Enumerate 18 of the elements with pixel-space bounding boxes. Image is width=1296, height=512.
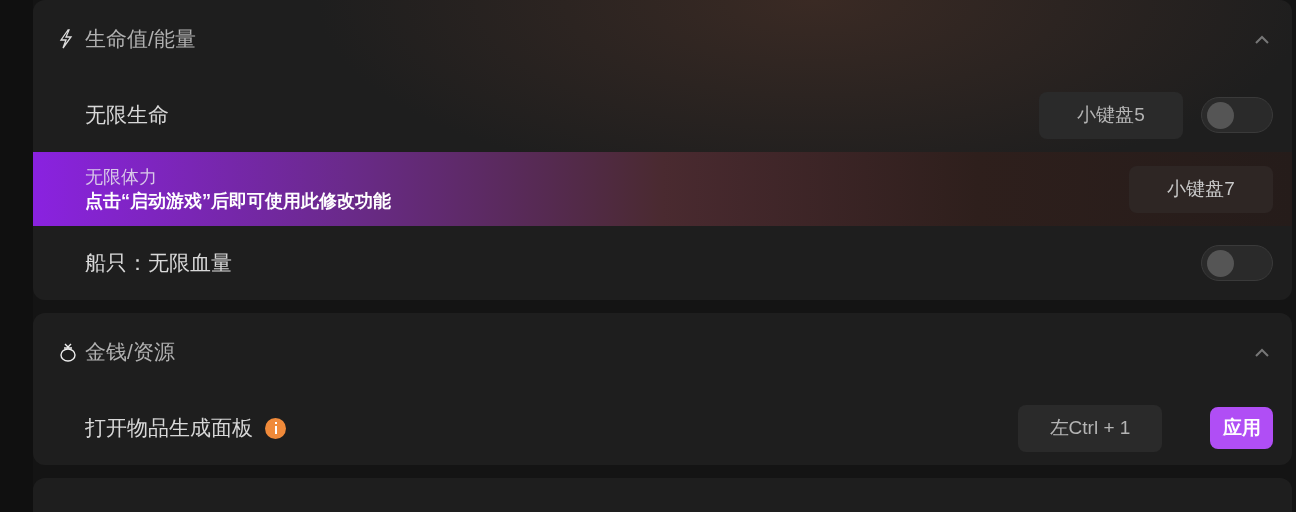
section-title: 金钱/资源 bbox=[85, 339, 175, 366]
section-title: 生命值/能量 bbox=[85, 26, 196, 53]
row-label: 无限生命 bbox=[85, 102, 169, 129]
apply-button[interactable]: 应用 bbox=[1210, 407, 1273, 449]
chevron-up-icon[interactable] bbox=[1254, 34, 1270, 44]
row-label: 船只：无限血量 bbox=[85, 250, 232, 277]
info-icon[interactable] bbox=[265, 417, 286, 439]
money-bag-icon bbox=[59, 342, 77, 362]
lightning-icon bbox=[59, 29, 73, 49]
hotkey-button[interactable]: 小键盘5 bbox=[1039, 91, 1183, 139]
row-label: 打开物品生成面板 bbox=[85, 415, 253, 442]
hotkey-button[interactable]: 小键盘7 bbox=[1129, 165, 1273, 213]
toggle-switch[interactable] bbox=[1201, 97, 1273, 133]
chevron-up-icon[interactable] bbox=[1254, 347, 1270, 357]
notice-text: 点击“启动游戏”后即可使用此修改功能 bbox=[85, 190, 391, 213]
hotkey-button[interactable]: 左Ctrl + 1 bbox=[1018, 404, 1162, 452]
toggle-switch[interactable] bbox=[1201, 245, 1273, 281]
row-label: 无限体力 bbox=[85, 166, 158, 189]
